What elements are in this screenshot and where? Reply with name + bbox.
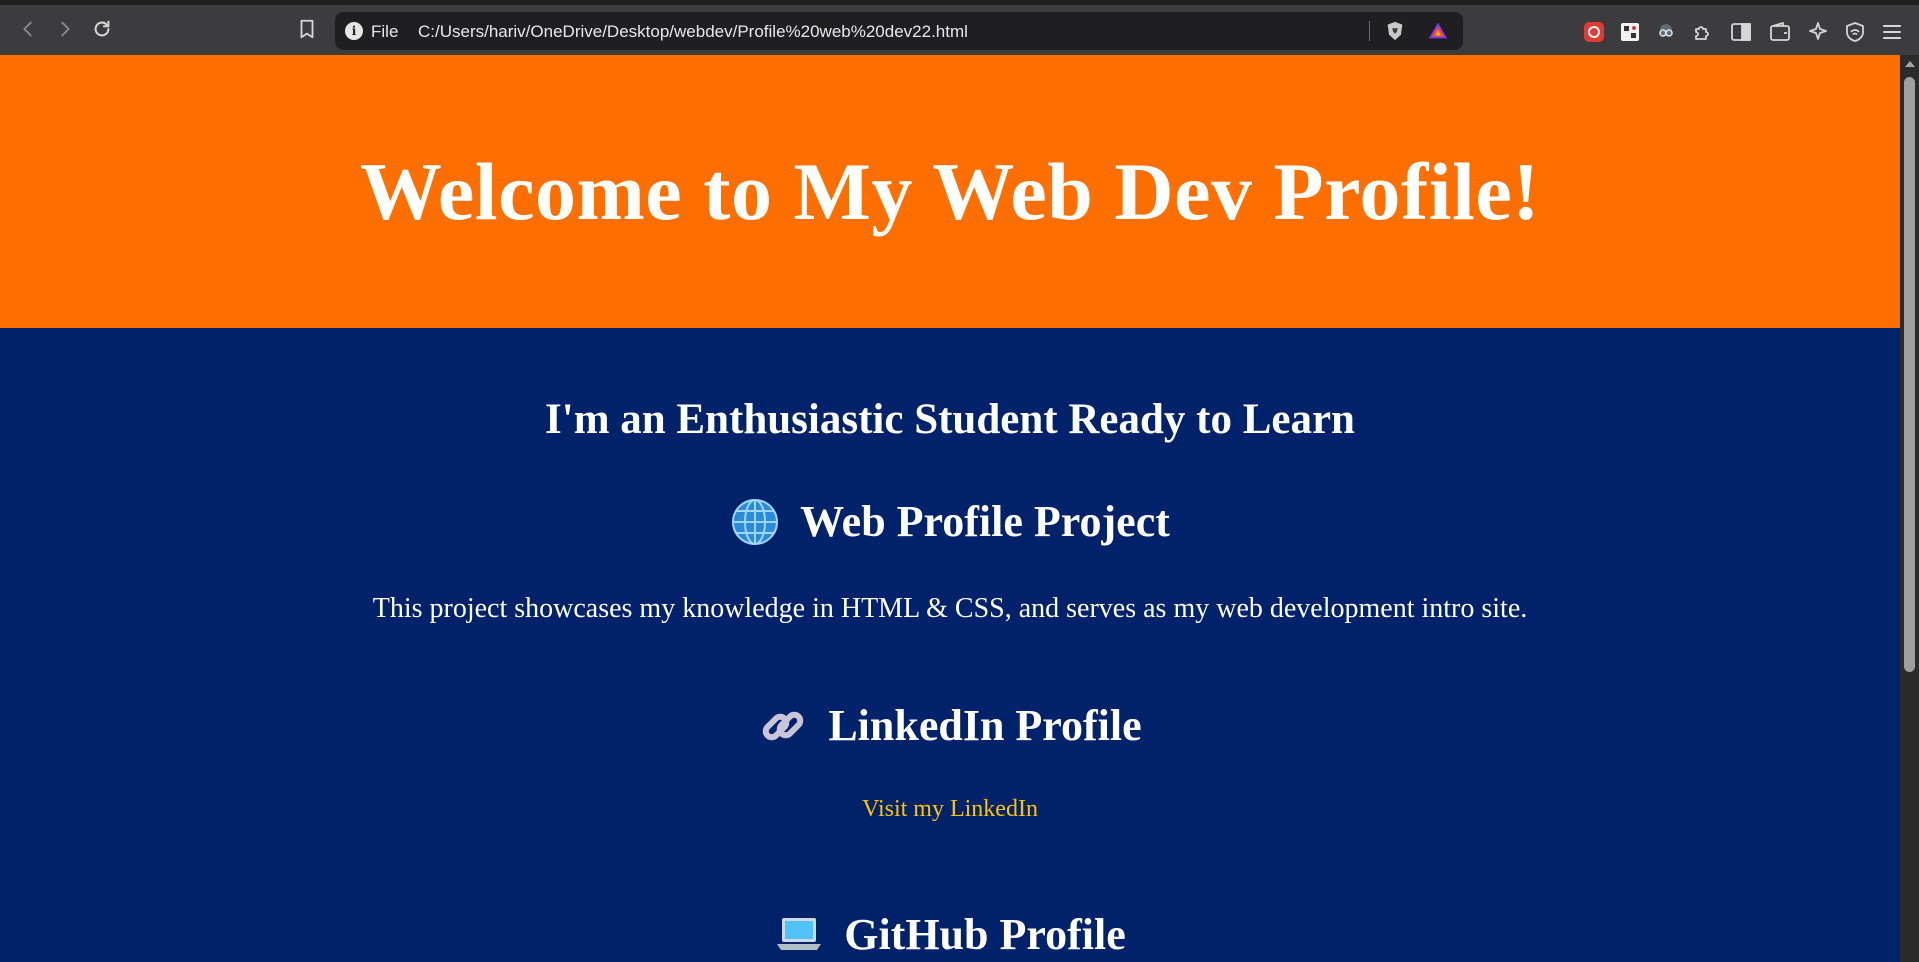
forward-button[interactable] (50, 14, 80, 44)
sidebar-icon[interactable] (1729, 20, 1753, 44)
section-linkedin-title: LinkedIn Profile (0, 701, 1900, 751)
brave-rewards-icon[interactable] (1427, 20, 1449, 42)
section-github-title: GitHub Profile (0, 910, 1900, 960)
subtitle: I'm an Enthusiastic Student Ready to Lea… (545, 396, 1355, 443)
hero-title: Welcome to My Web Dev Profile! (359, 145, 1541, 237)
linkedin-link[interactable]: Visit my LinkedIn (862, 796, 1038, 823)
scroll-up-arrow-icon[interactable] (1905, 61, 1915, 67)
vpn-icon[interactable] (1843, 20, 1867, 44)
extension-glasses-icon[interactable] (1654, 20, 1678, 44)
url-scheme-label: File (371, 22, 399, 41)
bookmark-button[interactable] (292, 14, 322, 44)
globe-icon (732, 499, 779, 545)
section-web-profile-label: Web Profile Project (800, 497, 1170, 546)
browser-toolbar: i File C:/Users/hariv/OneDrive/Desktop/w… (0, 0, 1919, 55)
address-bar-divider (1369, 21, 1370, 41)
section-web-profile-title: Web Profile Project (0, 497, 1900, 547)
main-content: I'm an Enthusiastic Student Ready to Lea… (0, 328, 1900, 960)
section-linkedin-label: LinkedIn Profile (828, 701, 1142, 750)
extension-red-icon[interactable] (1582, 20, 1606, 44)
wallet-icon[interactable] (1768, 20, 1792, 44)
extension-puzzle-board-icon[interactable] (1618, 20, 1642, 44)
brave-shields-icon[interactable] (1384, 20, 1406, 42)
bookmark-icon (300, 19, 314, 39)
laptop-icon (777, 918, 822, 950)
forward-arrow-icon (61, 21, 70, 37)
vertical-scrollbar[interactable] (1900, 55, 1919, 962)
back-arrow-icon (23, 21, 32, 37)
back-button[interactable] (13, 14, 43, 44)
info-icon[interactable]: i (345, 22, 363, 40)
leo-ai-icon[interactable] (1806, 20, 1830, 44)
reload-icon (94, 20, 110, 37)
url-text[interactable]: C:/Users/hariv/OneDrive/Desktop/webdev/P… (418, 22, 968, 42)
section-web-profile-text: This project showcases my knowledge in H… (372, 593, 1528, 624)
section-github-label: GitHub Profile (844, 910, 1126, 959)
extensions-icon[interactable] (1691, 20, 1715, 44)
hero-banner: Welcome to My Web Dev Profile! (0, 55, 1900, 328)
web-page: Welcome to My Web Dev Profile! I'm an En… (0, 55, 1900, 962)
link-icon (763, 711, 804, 741)
scroll-thumb[interactable] (1904, 77, 1915, 672)
menu-icon[interactable] (1880, 20, 1904, 44)
reload-button[interactable] (87, 14, 117, 44)
address-bar[interactable]: i File C:/Users/hariv/OneDrive/Desktop/w… (335, 12, 1463, 50)
